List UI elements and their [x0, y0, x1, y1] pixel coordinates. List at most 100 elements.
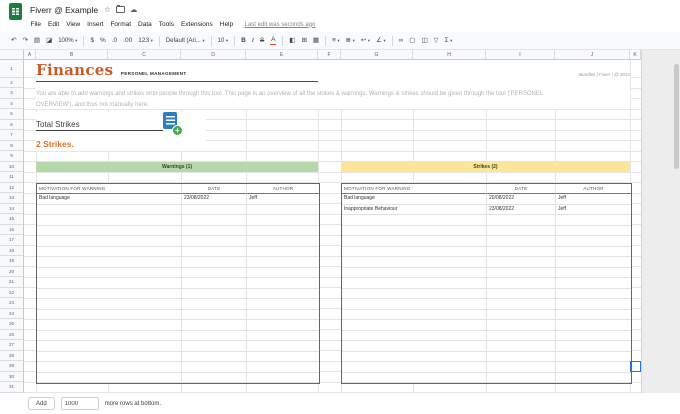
table-cell[interactable] — [556, 247, 631, 257]
row-header-12[interactable]: 12 — [0, 183, 23, 193]
table-cell[interactable] — [342, 288, 487, 299]
row-header-19[interactable]: 19 — [0, 256, 23, 267]
table-cell[interactable] — [556, 331, 631, 341]
table-cell[interactable] — [182, 215, 247, 226]
table-cell[interactable] — [487, 246, 556, 257]
table-cell[interactable] — [37, 225, 182, 236]
menu-insert[interactable]: Insert — [84, 21, 107, 28]
table-cell[interactable] — [342, 278, 487, 289]
row-header-16[interactable]: 16 — [0, 225, 23, 235]
table-cell[interactable] — [182, 267, 247, 278]
menu-format[interactable]: Format — [107, 21, 135, 28]
borders-icon[interactable]: ⊞ — [299, 34, 309, 48]
table-cell[interactable] — [487, 278, 556, 289]
text-rotation-icon[interactable]: ∠ ▾ — [374, 34, 389, 48]
table-cell[interactable] — [342, 225, 487, 236]
column-header-E[interactable]: E — [246, 50, 318, 59]
table-cell[interactable]: Bad language — [37, 194, 182, 205]
merge-cells-icon[interactable]: ▦ — [310, 34, 321, 48]
vertical-scrollbar[interactable] — [674, 64, 679, 169]
row-header-18[interactable]: 18 — [0, 246, 23, 256]
row-header-9[interactable]: 9 — [0, 151, 23, 162]
undo-icon[interactable]: ↶ — [9, 34, 19, 48]
table-cell[interactable] — [182, 362, 247, 373]
row-header-6[interactable]: 6 — [0, 120, 23, 130]
row-header-14[interactable]: 14 — [0, 204, 23, 214]
table-cell[interactable]: Inappropriate Behaviour — [342, 204, 487, 215]
column-header-B[interactable]: B — [36, 50, 108, 59]
text-color-icon[interactable]: A — [268, 34, 279, 48]
credit-text[interactable]: Bundles | Fiverr | @ 2022 — [480, 72, 630, 77]
table-cell[interactable] — [37, 372, 182, 383]
table-cell[interactable] — [182, 246, 247, 257]
table-cell[interactable] — [182, 257, 247, 268]
description-text[interactable]: You are able to add warnings and strikes… — [36, 89, 543, 110]
table-cell[interactable] — [556, 289, 631, 299]
table-cell[interactable] — [37, 215, 182, 226]
table-cell[interactable] — [37, 288, 182, 299]
table-cell[interactable] — [247, 205, 319, 215]
fill-color-icon[interactable]: ◧ — [287, 34, 298, 48]
table-cell[interactable] — [37, 362, 182, 373]
table-cell[interactable] — [556, 257, 631, 268]
table-cell[interactable] — [247, 299, 319, 310]
row-header-3[interactable]: 3 — [0, 88, 23, 99]
row-header-22[interactable]: 22 — [0, 288, 23, 298]
row-header-31[interactable]: 31 — [0, 382, 23, 393]
add-rows-button[interactable]: Add — [28, 397, 55, 410]
font-size-select[interactable]: 10 ▾ — [215, 34, 230, 48]
more-formats-icon[interactable]: 123 ▾ — [136, 34, 156, 48]
table-cell[interactable]: Jeff — [556, 194, 631, 205]
table-cell[interactable]: 23/08/2022 — [182, 194, 247, 205]
format-currency-icon[interactable]: $ — [88, 34, 97, 48]
format-percent-icon[interactable]: % — [97, 34, 108, 48]
table-cell[interactable] — [487, 257, 556, 268]
table-cell[interactable] — [37, 278, 182, 289]
table-cell[interactable] — [37, 309, 182, 320]
table-cell[interactable] — [37, 330, 182, 341]
table-cell[interactable] — [247, 268, 319, 278]
table-cell[interactable] — [342, 246, 487, 257]
table-cell[interactable] — [556, 226, 631, 236]
table-cell[interactable] — [247, 215, 319, 226]
table-cell[interactable]: Jeff — [556, 205, 631, 215]
insert-chart-icon[interactable]: ◫ — [419, 34, 430, 48]
table-cell[interactable] — [247, 236, 319, 247]
italic-icon[interactable]: I — [249, 34, 256, 48]
row-header-15[interactable]: 15 — [0, 214, 23, 225]
selected-cell[interactable] — [630, 361, 641, 372]
table-cell[interactable] — [487, 236, 556, 247]
strikes-header[interactable]: Strikes (2) — [341, 161, 630, 172]
table-cell[interactable] — [342, 351, 487, 362]
row-header-17[interactable]: 17 — [0, 235, 23, 246]
table-cell[interactable] — [487, 267, 556, 278]
table-cell[interactable] — [556, 373, 631, 383]
table-cell[interactable] — [487, 225, 556, 236]
row-header-20[interactable]: 20 — [0, 267, 23, 277]
table-cell[interactable] — [342, 257, 487, 268]
table-cell[interactable] — [342, 299, 487, 310]
table-cell[interactable] — [487, 215, 556, 226]
rows-count-input[interactable] — [60, 397, 99, 410]
menu-tools[interactable]: Tools — [155, 21, 177, 28]
bold-icon[interactable]: B — [239, 34, 249, 48]
row-header-4[interactable]: 4 — [0, 99, 23, 109]
table-cell[interactable] — [247, 247, 319, 257]
table-cell[interactable] — [182, 225, 247, 236]
row-header-24[interactable]: 24 — [0, 309, 23, 319]
text-wrap-icon[interactable]: ↩ ▾ — [358, 34, 372, 48]
table-cell[interactable] — [37, 341, 182, 352]
table-cell[interactable] — [247, 278, 319, 289]
table-cell[interactable] — [247, 352, 319, 362]
strikethrough-icon[interactable]: S — [257, 34, 266, 48]
last-edit-link[interactable]: Last edit was seconds ago — [245, 22, 316, 28]
table-cell[interactable] — [487, 288, 556, 299]
table-cell[interactable] — [182, 351, 247, 362]
column-header-F[interactable]: F — [318, 50, 341, 59]
row-header-23[interactable]: 23 — [0, 298, 23, 309]
table-cell[interactable] — [342, 215, 487, 226]
menu-view[interactable]: View — [63, 21, 84, 28]
horizontal-align-icon[interactable]: ≡ ▾ — [330, 34, 343, 48]
total-strikes-label[interactable]: Total Strikes — [36, 119, 163, 131]
zoom-select[interactable]: 100% ▾ — [56, 34, 80, 48]
